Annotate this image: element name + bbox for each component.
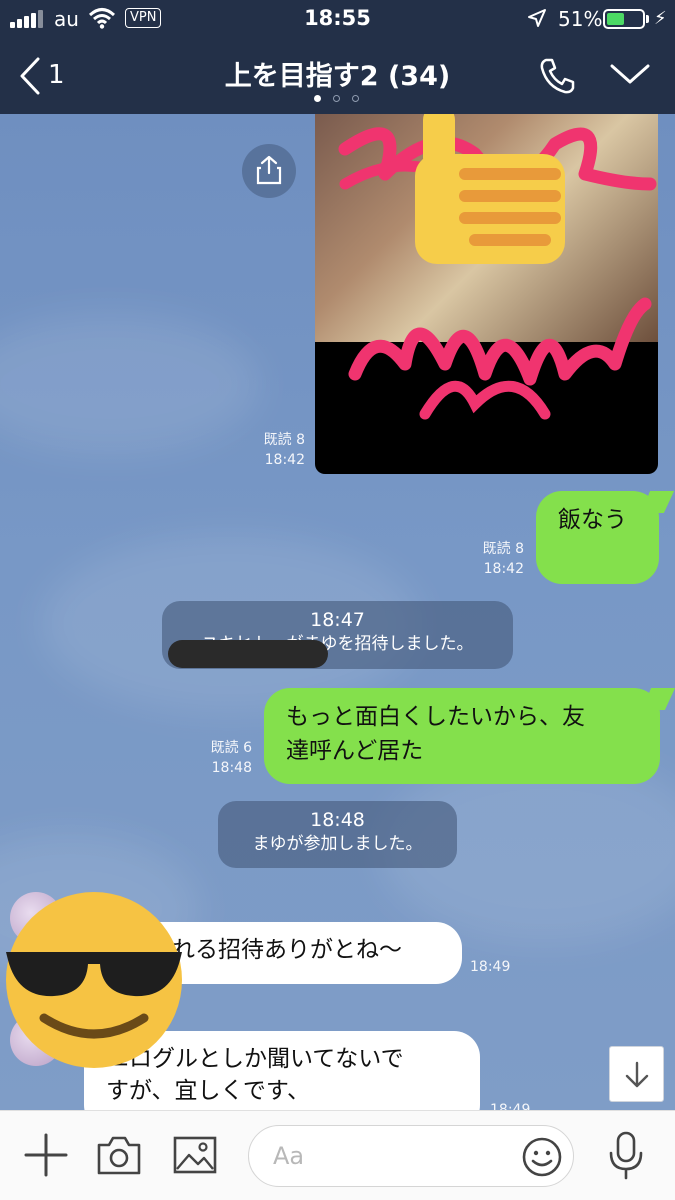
chat-title: 上を目指す2 (34) xyxy=(224,61,451,92)
status-bar: au VPN 18:55 51% ⚡︎ xyxy=(0,0,675,38)
arrow-down-icon xyxy=(625,1061,649,1088)
message-meta: 既読 8 18:42 xyxy=(482,541,524,577)
menu-toggle-button[interactable] xyxy=(608,58,656,102)
message-input-bar: Aa xyxy=(0,1110,675,1200)
share-button[interactable] xyxy=(242,144,296,198)
smiley-icon[interactable] xyxy=(521,1136,563,1178)
scribble-overlay xyxy=(338,114,657,420)
chat-header: au VPN 18:55 51% ⚡︎ 1 上を目指す2 (34) xyxy=(0,0,675,114)
location-arrow-icon xyxy=(527,8,547,33)
chevron-down-icon xyxy=(610,64,650,84)
redaction-mark xyxy=(168,640,328,668)
thumbs-up-emoji xyxy=(415,114,565,264)
image-icon[interactable] xyxy=(172,1133,218,1177)
back-button[interactable]: 1 xyxy=(14,54,70,98)
call-button[interactable] xyxy=(537,56,581,100)
sunglasses-emoji xyxy=(6,892,182,1068)
message-input[interactable]: Aa xyxy=(248,1125,574,1187)
camera-icon[interactable] xyxy=(96,1133,142,1177)
page-indicator xyxy=(312,95,364,103)
unread-count: 1 xyxy=(48,60,65,90)
charging-bolt-icon: ⚡︎ xyxy=(654,8,667,29)
chat-area[interactable]: 既読 8 18:42 既読 8 18:42 飯なう 18:47 ユキヒトーがまゆ… xyxy=(0,114,675,1110)
photo-read-status: 既読 8 18:42 xyxy=(263,432,305,468)
my-message-bubble[interactable]: 飯なう xyxy=(536,491,675,584)
my-message-bubble[interactable]: もっと面白くしたいから、友 達呼んど居た xyxy=(264,688,675,784)
microphone-icon[interactable] xyxy=(606,1131,646,1181)
battery-tip xyxy=(646,15,649,23)
battery-icon xyxy=(603,9,645,29)
photo-message[interactable] xyxy=(315,114,658,474)
battery-level xyxy=(607,13,624,25)
battery-percent: 51% xyxy=(558,7,603,31)
phone-icon xyxy=(540,58,575,94)
plus-icon[interactable] xyxy=(24,1133,68,1177)
message-time: 18:49 xyxy=(470,959,511,975)
message-input-placeholder: Aa xyxy=(273,1142,305,1170)
chevron-left-icon xyxy=(20,57,40,95)
message-time: 18:49 xyxy=(490,1102,531,1110)
scroll-to-bottom-button[interactable] xyxy=(609,1046,664,1102)
system-message: 18:48 まゆが参加しました。 xyxy=(218,801,457,868)
share-icon xyxy=(256,155,282,185)
message-meta: 既読 6 18:48 xyxy=(210,740,252,776)
